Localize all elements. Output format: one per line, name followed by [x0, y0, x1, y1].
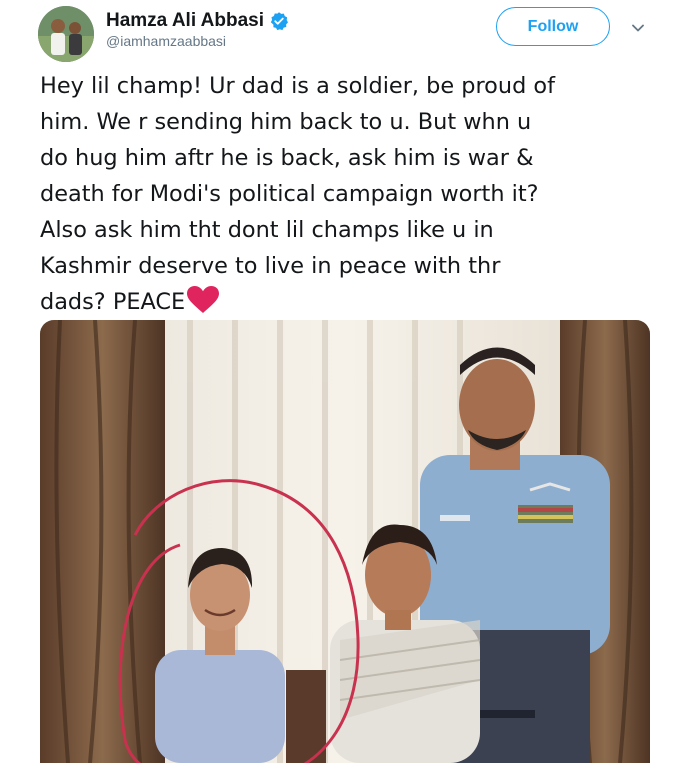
author-display-name[interactable]: Hamza Ali Abbasi	[106, 10, 264, 32]
author-handle[interactable]: @iamhamzaabbasi	[106, 33, 226, 49]
follow-button[interactable]: Follow	[496, 7, 610, 46]
profile-photo-icon	[38, 6, 94, 62]
tweet-text-block: Hey lil champ! Ur dad is a soldier, be p…	[40, 68, 666, 320]
verified-badge-icon	[270, 12, 289, 31]
chevron-down-icon[interactable]	[630, 20, 646, 36]
author-name-row: Hamza Ali Abbasi	[106, 8, 289, 34]
photo-illustration	[40, 320, 650, 763]
tweet-photo[interactable]	[40, 320, 650, 763]
red-heart-icon	[187, 286, 220, 313]
author-avatar[interactable]	[38, 6, 94, 62]
tweet-text: Hey lil champ! Ur dad is a soldier, be p…	[40, 73, 555, 315]
